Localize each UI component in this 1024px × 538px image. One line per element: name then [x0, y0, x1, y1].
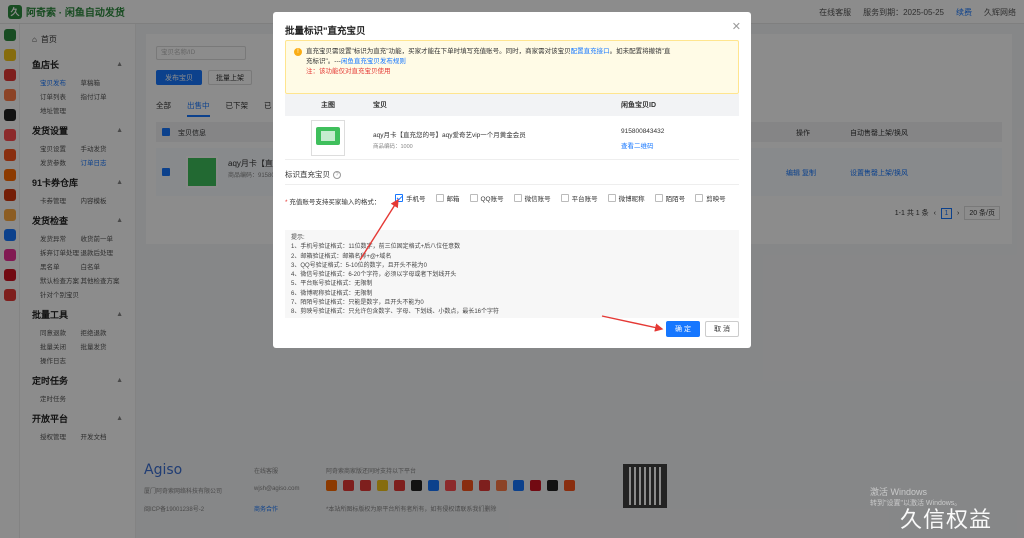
watermark-text: 激活 Windows: [870, 487, 928, 497]
help-icon[interactable]: ?: [333, 170, 341, 179]
format-option-label: 邮箱: [446, 196, 460, 203]
format-option-label: 微博昵称: [618, 196, 645, 203]
tip-line: 提示:: [291, 235, 305, 241]
format-option-label: 陌陌号: [665, 196, 686, 203]
tip-line: 7、陌陌号验证格式：只能是数字，且开头不能为0: [291, 300, 424, 307]
tip-line: 3、QQ号验证格式：5-10位的数字，且开头不能为0: [291, 262, 428, 269]
item-title: aqy月卡【直充您的号】aqy爱奇艺vip一个月黄金会员: [373, 132, 526, 139]
format-option[interactable]: 陌陌号: [654, 193, 686, 203]
cancel-button[interactable]: 取 消: [705, 321, 739, 337]
col-image: 主图: [321, 102, 335, 109]
format-option[interactable]: 微博昵称: [607, 193, 645, 203]
warning-notice: ! 直充宝贝需设置"标识为直充"功能，买家才能在下单时填写充值账号。同时，商家需…: [285, 40, 739, 94]
item-thumbnail: [311, 120, 345, 156]
tip-line: 6、微博昵称验证格式：无限制: [291, 290, 373, 297]
close-icon[interactable]: ✕: [732, 20, 741, 33]
section-label-text: 标识直充宝贝: [285, 170, 330, 179]
notice-line: 直充宝贝需设置"标识为直充"功能，买家才能在下单时填写充值账号。同时，商家需对该…: [306, 48, 571, 55]
format-option[interactable]: 剪映号: [695, 193, 726, 203]
tip-line: 2、邮箱验证格式：邮箱名称+@+域名: [291, 253, 392, 260]
format-label-text: 充值账号支持买家输入的格式：: [289, 199, 381, 206]
checkbox[interactable]: [435, 194, 444, 202]
corner-watermark: 久信权益: [900, 508, 993, 533]
col-item: 宝贝: [373, 102, 387, 109]
format-option[interactable]: 微信账号: [513, 193, 551, 203]
view-qr-link[interactable]: 查看二维码: [621, 140, 654, 150]
checkbox[interactable]: [560, 194, 569, 202]
notice-line: 充标识"。---: [306, 58, 341, 65]
confirm-button[interactable]: 确 定: [666, 321, 700, 337]
notice-warning-text: 注：该功能仅对直充宝贝使用: [306, 68, 391, 75]
format-option-label: 手机号: [406, 196, 426, 203]
item-code: 商品编码：1000: [373, 144, 413, 150]
divider: [285, 184, 739, 185]
format-option[interactable]: 平台账号: [560, 193, 598, 203]
tip-line: 4、微信号验证格式：6-20个字符，必须以字母或者下划线开头: [291, 272, 457, 279]
batch-direct-charge-modal: 批量标识"直充宝贝 ✕ ! 直充宝贝需设置"标识为直充"功能，买家才能在下单时填…: [273, 12, 751, 348]
format-options: 手机号 邮箱 QQ账号 微信账号 平台账号 微博昵称 陌陌号 剪映号: [395, 193, 735, 203]
table-row: aqy月卡【直充您的号】aqy爱奇艺vip一个月黄金会员 商品编码：1000 9…: [285, 116, 739, 160]
table-header: 主图 宝贝 闲鱼宝贝ID: [285, 94, 739, 116]
checkbox[interactable]: [607, 194, 616, 202]
format-option[interactable]: 邮箱: [435, 193, 460, 203]
format-option[interactable]: QQ账号: [469, 193, 504, 203]
checkbox[interactable]: [654, 194, 663, 202]
format-label: * 充值账号支持买家输入的格式：: [285, 196, 380, 206]
publish-rules-link[interactable]: 闲鱼直充宝贝发布规则: [341, 58, 406, 65]
section-label: 标识直充宝贝 ?: [285, 169, 341, 180]
checkbox[interactable]: [513, 194, 522, 202]
checkbox[interactable]: [695, 194, 704, 202]
notice-text: 直充宝贝需设置"标识为直充"功能，买家才能在下单时填写充值账号。同时，商家需对该…: [306, 47, 732, 77]
required-mark: *: [285, 199, 288, 206]
format-option-label: QQ账号: [480, 196, 504, 203]
col-item-id: 闲鱼宝贝ID: [621, 102, 656, 109]
notice-line: 。如未配置将撤销"直: [609, 48, 671, 55]
warning-icon: !: [294, 48, 302, 56]
tip-line: 1、手机号验证格式：11位数字，前三位固定格式+后八位任意数: [291, 244, 461, 251]
format-option-label: 微信账号: [524, 196, 551, 203]
format-option-label: 剪映号: [706, 196, 726, 203]
format-option-label: 平台账号: [571, 196, 598, 203]
format-option[interactable]: 手机号: [395, 193, 426, 203]
checkbox[interactable]: [469, 194, 478, 202]
tip-line: 8、剪映号验证格式：只允许包含数字、字母、下划线、小数点，最长16个字符: [291, 309, 500, 316]
tips-box: 提示: 1、手机号验证格式：11位数字，前三位固定格式+后八位任意数 2、邮箱验证格…: [285, 230, 739, 318]
item-id: 915800843432: [621, 128, 665, 135]
checkbox[interactable]: [395, 194, 403, 202]
tip-line: 5、平台账号验证格式：无限制: [291, 281, 373, 288]
modal-title: 批量标识"直充宝贝: [285, 26, 366, 37]
config-interface-link[interactable]: 配置直充接口: [571, 48, 610, 55]
